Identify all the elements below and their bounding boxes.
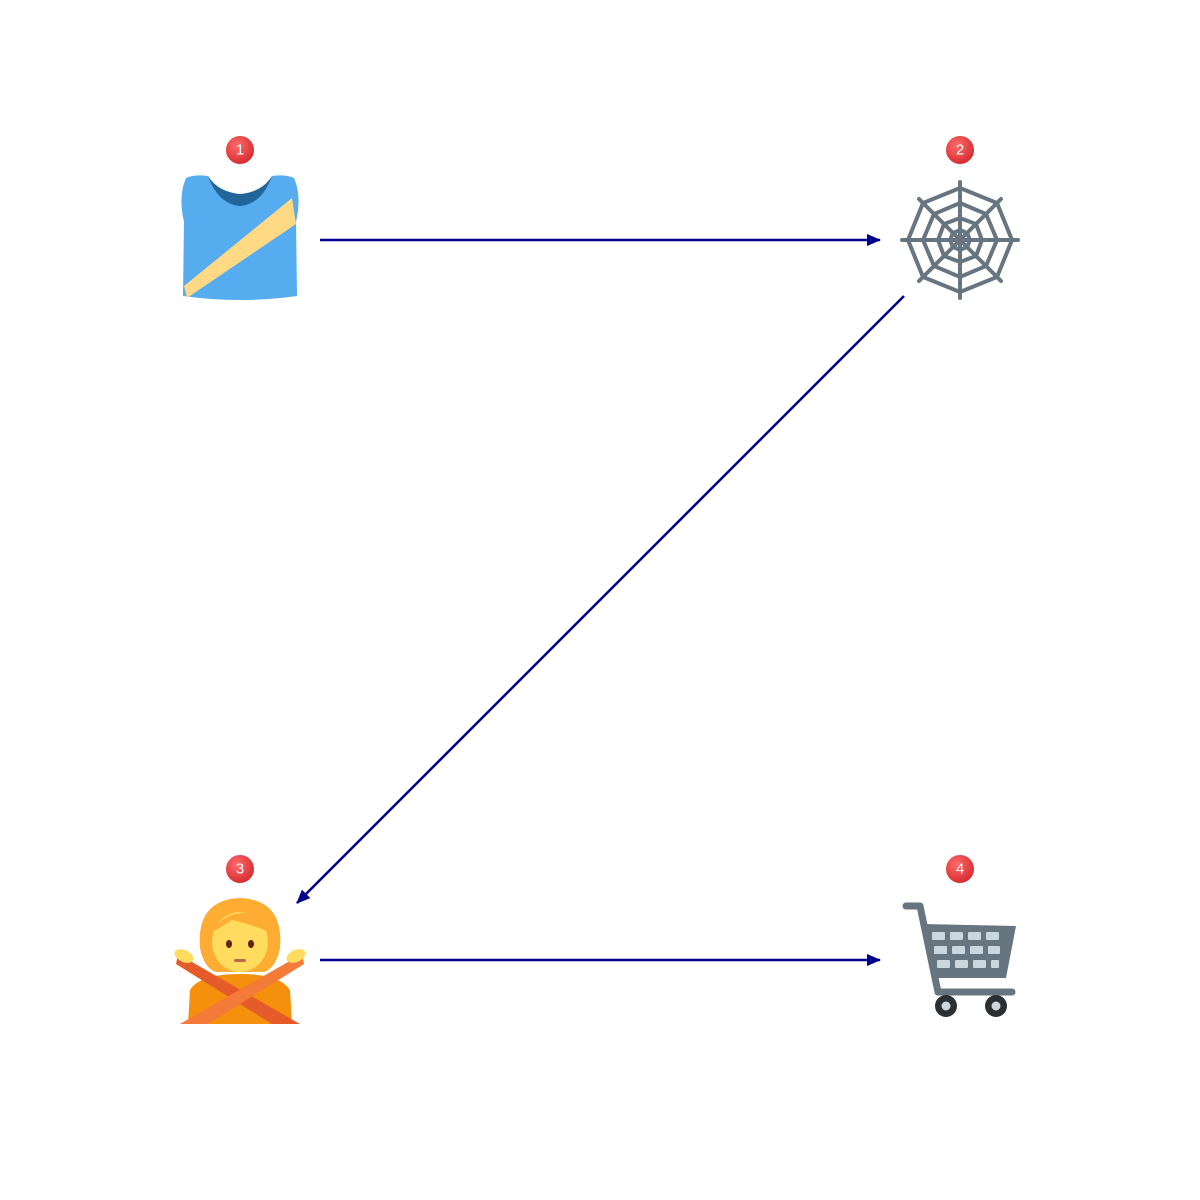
- shopping-cart-icon: [902, 902, 1016, 1017]
- node-1-number: 1: [236, 142, 244, 159]
- edges: [296, 234, 905, 966]
- tank-top-icon: [181, 175, 299, 300]
- person-gesturing-no-icon: [174, 898, 306, 1024]
- node-1[interactable]: 1: [181, 134, 299, 300]
- diagram-canvas: 1 2 3 4: [0, 0, 1200, 1200]
- node-3[interactable]: 3: [172, 853, 307, 1024]
- spider-web-icon: [900, 180, 1020, 300]
- edge-2-to-3: [296, 295, 905, 904]
- node-4[interactable]: 4: [902, 853, 1016, 1017]
- node-2-badge: 2: [944, 134, 976, 166]
- node-2[interactable]: 2: [900, 134, 1020, 300]
- node-4-number: 4: [956, 861, 964, 878]
- node-3-number: 3: [236, 861, 244, 878]
- node-2-number: 2: [956, 142, 964, 159]
- flow-diagram: 1 2 3 4: [172, 134, 1020, 1024]
- node-3-badge: 3: [224, 853, 256, 885]
- node-1-badge: 1: [224, 134, 256, 166]
- node-4-badge: 4: [944, 853, 976, 885]
